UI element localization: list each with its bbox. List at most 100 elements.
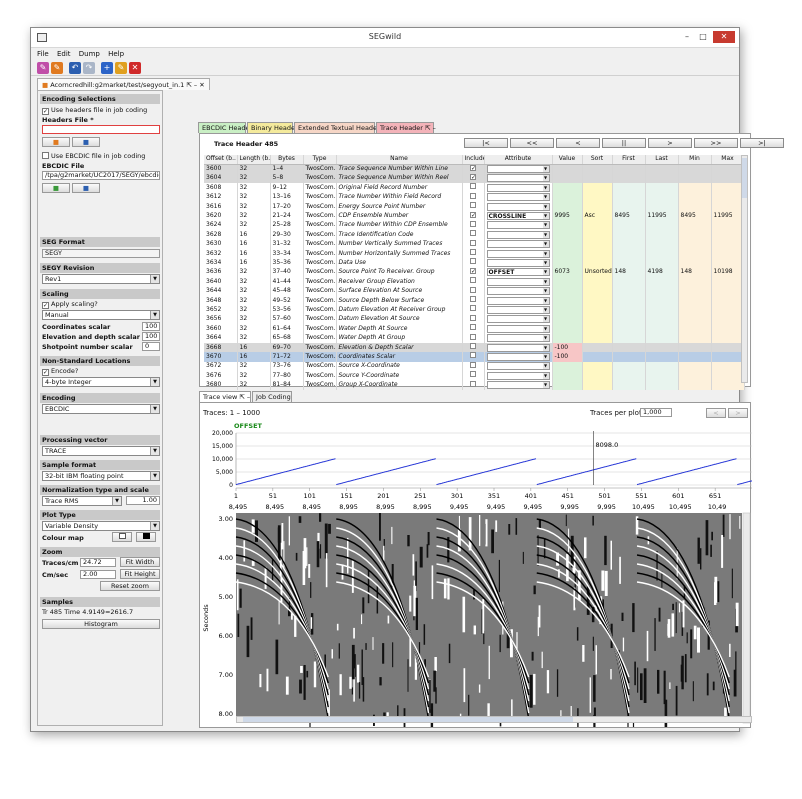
attribute-select[interactable]: ▼	[484, 361, 553, 371]
trace-plot[interactable]: OFFSET20,000 15,000 10,000 5,000 0 8098.0 1 8,4…	[200, 415, 752, 727]
attribute-select[interactable]: ▼	[484, 380, 553, 390]
attribute-select[interactable]: ▼	[484, 201, 553, 212]
table-row[interactable]: 3664 32 65–68 TwosCom... Water Depth At Grou…	[204, 333, 745, 343]
attribute-select[interactable]: ▼	[484, 352, 553, 362]
cm-sec-input[interactable]: 2.00	[80, 570, 116, 579]
column-header[interactable]: Name	[336, 155, 463, 165]
attribute-select[interactable]: ▼	[484, 239, 553, 249]
attribute-combo[interactable]: ▼	[486, 371, 550, 380]
table-row[interactable]: 3624 32 25–28 TwosCom... Trace Number Within…	[204, 220, 745, 231]
include-checkbox[interactable]	[462, 277, 485, 287]
nav-last-button[interactable]: >|	[740, 138, 784, 148]
attribute-combo[interactable]: ▼	[486, 202, 550, 211]
delete-icon[interactable]: ✕	[129, 62, 141, 74]
attribute-combo[interactable]: ▼	[486, 381, 550, 390]
column-header[interactable]: Last	[645, 155, 679, 165]
headers-save-button[interactable]: ■	[72, 137, 100, 147]
document-tab[interactable]: ■ Acorncredhill:g2market/test/segyout_in…	[37, 78, 210, 90]
checkbox-icon[interactable]	[470, 286, 476, 293]
column-header[interactable]: Sort	[582, 155, 613, 165]
include-checkbox[interactable]	[462, 295, 485, 306]
tab-ebcdic-header[interactable]: EBCDIC Header	[198, 122, 252, 133]
include-checkbox[interactable]	[462, 230, 485, 240]
attribute-select[interactable]: ▼	[484, 164, 553, 174]
include-checkbox[interactable]	[462, 342, 485, 353]
include-checkbox[interactable]	[462, 248, 485, 259]
minimize-button[interactable]: –	[679, 31, 695, 43]
close-tab-icon[interactable]: ⇱ – ✕	[186, 81, 204, 89]
attribute-combo[interactable]: ▼	[486, 352, 550, 361]
ebcdic-file-input[interactable]: /tpa/g2market/UC2017/SEGY/ebcdic1	[42, 171, 160, 180]
coord-scalar-input[interactable]: 100	[142, 322, 160, 331]
tab-extended-textual-header[interactable]: Extended Textual Header	[294, 122, 380, 133]
close-window-button[interactable]: ✕	[713, 31, 735, 43]
checkbox-icon[interactable]: ✓	[470, 165, 476, 172]
tab-trace-view[interactable]: Trace view ⇱ –	[199, 391, 251, 402]
attribute-select[interactable]: ▼	[484, 258, 553, 268]
scrollbar-thumb[interactable]	[243, 717, 573, 722]
column-header[interactable]: Offset (b..	[204, 155, 238, 165]
scrollbar-thumb[interactable]	[742, 158, 747, 198]
open-icon[interactable]: ✎	[51, 62, 63, 74]
attribute-select[interactable]: ▼	[484, 305, 553, 315]
checkbox-icon[interactable]	[470, 361, 476, 368]
checkbox-icon[interactable]	[470, 192, 476, 199]
headers-open-button[interactable]: ■	[42, 137, 70, 147]
table-row[interactable]: 3630 16 31–32 TwosCom... Number Vertically S…	[204, 239, 745, 249]
table-row[interactable]: 3634 16 35–36 TwosCom... Data Use ▼	[204, 258, 745, 268]
include-checkbox[interactable]	[462, 201, 485, 212]
checkbox-icon[interactable]	[470, 249, 476, 256]
attribute-combo[interactable]: ▼	[486, 174, 550, 183]
menu-dump[interactable]: Dump	[79, 48, 100, 60]
attribute-select[interactable]: ▼	[484, 333, 553, 343]
table-row[interactable]: 3656 32 57–60 TwosCom... Datum Elevation At …	[204, 314, 745, 325]
attribute-combo[interactable]: ▼	[486, 287, 550, 296]
attribute-combo[interactable]: ▼	[486, 221, 550, 230]
attribute-combo[interactable]: ▼	[486, 305, 550, 314]
include-checkbox[interactable]	[462, 286, 485, 296]
ebcdic-save-button[interactable]: ■	[72, 183, 100, 193]
include-checkbox[interactable]	[462, 192, 485, 202]
menu-file[interactable]: File	[37, 48, 49, 60]
table-row[interactable]: 3612 32 13–16 TwosCom... Trace Number Within…	[204, 192, 745, 202]
attribute-combo[interactable]: OFFSET ▼	[486, 268, 550, 277]
checkbox-icon[interactable]: ✓	[470, 268, 476, 275]
tab-trace-header[interactable]: Trace Header ⇱ –	[376, 122, 436, 133]
undo-icon[interactable]: ↶	[69, 62, 81, 74]
attribute-combo[interactable]: ▼	[486, 183, 550, 192]
column-header[interactable]: Min	[678, 155, 712, 165]
attribute-combo[interactable]: ▼	[486, 249, 550, 258]
colour-map-black-button[interactable]	[136, 532, 156, 542]
ebcdic-open-button[interactable]: ■	[42, 183, 70, 193]
column-header[interactable]: Attribute	[484, 155, 553, 165]
include-checkbox[interactable]: ✓	[462, 164, 485, 174]
use-headers-checkbox[interactable]: ✓ Use headers file in job coding	[42, 106, 147, 115]
checkbox-icon[interactable]	[470, 380, 476, 387]
attribute-combo[interactable]: ▼	[486, 240, 550, 249]
table-row[interactable]: 3676 32 77–80 TwosCom... Source Y-Coordinate…	[204, 370, 745, 381]
include-checkbox[interactable]	[462, 352, 485, 362]
attribute-select[interactable]: ▼	[484, 183, 553, 193]
checkbox-icon[interactable]	[470, 296, 476, 303]
checkbox-icon[interactable]	[470, 202, 476, 209]
include-checkbox[interactable]: ✓	[462, 267, 485, 278]
menu-help[interactable]: Help	[108, 48, 124, 60]
nav-forward-button[interactable]: >	[648, 138, 692, 148]
checkbox-icon[interactable]	[470, 258, 476, 265]
checkbox-icon[interactable]: ✓	[470, 212, 476, 219]
nav-fast-back-button[interactable]: <<	[510, 138, 554, 148]
attribute-combo[interactable]: ▼	[486, 315, 550, 324]
attribute-combo[interactable]: ▼	[486, 193, 550, 202]
include-checkbox[interactable]: ✓	[462, 173, 485, 184]
redo-icon[interactable]: ↷	[83, 62, 95, 74]
attribute-select[interactable]: ▼	[484, 277, 553, 287]
tab-job-coding[interactable]: Job Coding	[252, 391, 292, 402]
colour-map-white-button[interactable]	[112, 532, 132, 542]
fit-height-button[interactable]: Fit Height	[120, 569, 160, 579]
encoding-select[interactable]: EBCDIC ▼	[42, 404, 160, 414]
nav-fast-forward-button[interactable]: >>	[694, 138, 738, 148]
new-icon[interactable]: ✎	[37, 62, 49, 74]
fit-width-button[interactable]: Fit Width	[120, 557, 160, 567]
checkbox-icon[interactable]	[470, 220, 476, 227]
nav-first-button[interactable]: |<	[464, 138, 508, 148]
